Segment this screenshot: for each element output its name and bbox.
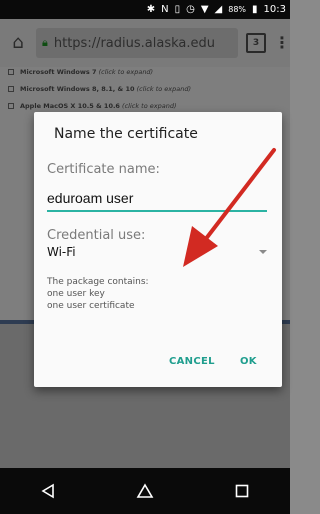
url-bar[interactable]: 🔒︎ https://radius.alaska.edu [36, 28, 238, 58]
credential-use-value: Wi-Fi [47, 245, 76, 259]
certificate-name-input[interactable] [47, 186, 267, 212]
overflow-menu-icon[interactable]: ⋮ [274, 33, 290, 53]
nfc-icon: N [161, 4, 169, 15]
credential-use-label: Credential use: [47, 228, 146, 243]
certificate-name-label: Certificate name: [47, 162, 160, 177]
battery-percent: 88% [228, 5, 247, 14]
status-bar: ✱ N ▯ ◷ ▼ ◢ 88% ▮ 10:3 [0, 0, 290, 19]
expand-icon[interactable] [8, 103, 14, 109]
dialog-title: Name the certificate [54, 126, 198, 142]
tab-switcher-button[interactable]: 3 [246, 33, 266, 53]
package-item: one user key [47, 289, 105, 299]
alarm-icon: ◷ [186, 4, 195, 15]
signal-icon: ◢ [214, 4, 223, 15]
navigation-bar [0, 468, 290, 514]
list-item[interactable]: Microsoft Windows 8, 8.1, & 10 (click to… [20, 85, 191, 93]
home-icon[interactable]: ⌂ [8, 33, 28, 53]
browser-toolbar: ⌂ 🔒︎ https://radius.alaska.edu 3 ⋮ [0, 19, 290, 67]
home-nav-icon[interactable] [130, 476, 160, 506]
back-icon[interactable] [33, 476, 63, 506]
bluetooth-icon: ✱ [146, 4, 156, 15]
vibrate-icon: ▯ [174, 4, 181, 15]
battery-icon: ▮ [252, 4, 258, 15]
dropdown-arrow-icon [259, 250, 267, 254]
expand-icon[interactable] [8, 69, 14, 75]
list-item[interactable]: Microsoft Windows 7 (click to expand) [20, 68, 153, 76]
lock-icon: 🔒︎ [42, 36, 48, 49]
certificate-dialog: Name the certificate Certificate name: C… [34, 112, 282, 387]
wifi-icon: ▼ [200, 4, 209, 15]
recents-icon[interactable] [227, 476, 257, 506]
ok-button[interactable]: OK [240, 356, 257, 367]
package-heading: The package contains: [47, 277, 149, 287]
cancel-button[interactable]: CANCEL [169, 356, 215, 367]
package-item: one user certificate [47, 301, 135, 311]
expand-icon[interactable] [8, 86, 14, 92]
status-time: 10:3 [263, 4, 286, 15]
credential-use-select[interactable]: Wi-Fi [47, 245, 267, 263]
list-item[interactable]: Apple MacOS X 10.5 & 10.6 (click to expa… [20, 102, 177, 110]
url-text: https://radius.alaska.edu [53, 35, 215, 51]
